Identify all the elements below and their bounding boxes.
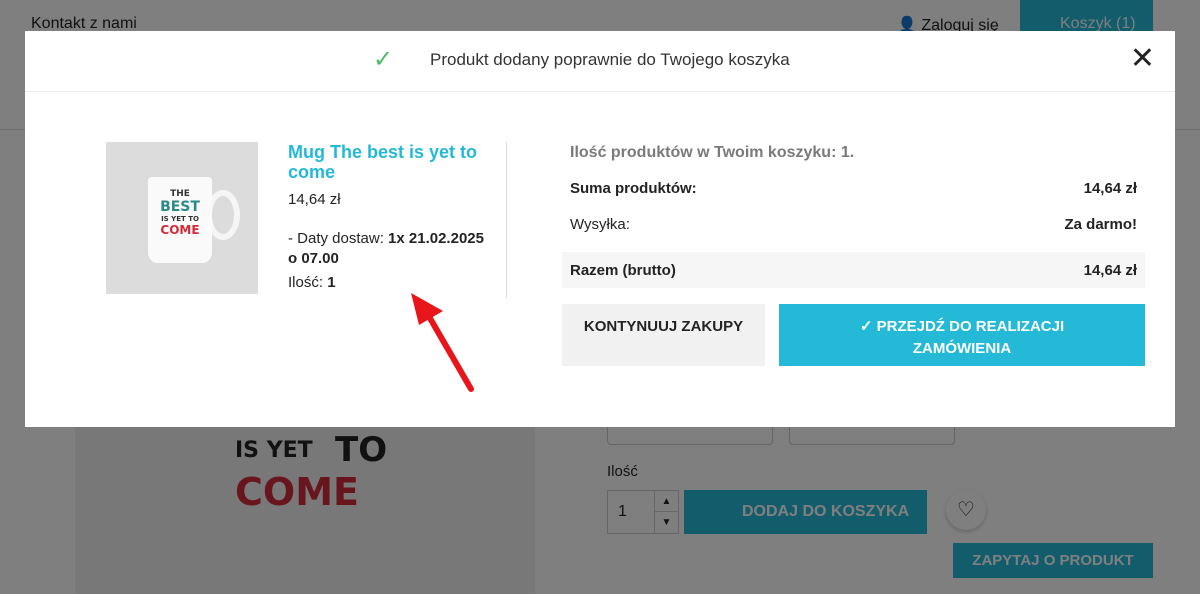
mug-text: COME [160, 223, 200, 237]
total-label: Razem (brutto) [570, 262, 676, 279]
close-icon[interactable]: ✕ [1130, 41, 1155, 76]
continue-shopping-button[interactable]: KONTYNUUJ ZAKUPY [562, 304, 765, 366]
divider [506, 142, 507, 298]
product-quantity: Ilość: 1 [288, 274, 336, 291]
mug-text: THE [170, 189, 190, 199]
mug-text: IS YET TO [161, 215, 199, 223]
check-icon: ✓ [859, 318, 877, 335]
checkout-button[interactable]: ✓ PRZEJDŹ DO REALIZACJI ZAMÓWIENIA [779, 304, 1145, 366]
checkout-label: PRZEJDŹ DO REALIZACJI ZAMÓWIENIA [876, 318, 1065, 357]
total-value: 14,64 zł [1083, 262, 1137, 279]
cart-modal: ✓ Produkt dodany poprawnie do Twojego ko… [25, 31, 1175, 427]
subtotal-value: 14,64 zł [1083, 180, 1137, 197]
cart-count-text: Ilość produktów w Twoim koszyku: 1. [570, 144, 855, 161]
product-thumbnail: THE BEST IS YET TO COME [106, 142, 258, 294]
shipping-row: Wysyłka: Za darmo! [562, 206, 1145, 242]
product-name[interactable]: Mug The best is yet to come [288, 142, 503, 182]
red-arrow-annotation [411, 293, 474, 392]
delivery-dates: - Daty dostaw: 1x 21.02.2025 o 07.00 [288, 229, 488, 269]
total-row: Razem (brutto) 14,64 zł [562, 252, 1145, 288]
subtotal-label: Suma produktów: [570, 180, 697, 197]
modal-header: ✓ Produkt dodany poprawnie do Twojego ko… [25, 31, 1175, 92]
mug-text: BEST [160, 199, 200, 215]
shipping-value: Za darmo! [1064, 216, 1137, 233]
mug-image: THE BEST IS YET TO COME [148, 177, 212, 263]
qty-value: 1 [327, 274, 336, 291]
qty-label: Ilość: [288, 274, 324, 291]
product-price: 14,64 zł [288, 191, 341, 208]
modal-title: Produkt dodany poprawnie do Twojego kosz… [430, 50, 790, 69]
subtotal-row: Suma produktów: 14,64 zł [562, 170, 1145, 206]
dates-label: - Daty dostaw: [288, 230, 384, 247]
shipping-label: Wysyłka: [570, 216, 630, 233]
check-icon: ✓ [373, 46, 394, 73]
